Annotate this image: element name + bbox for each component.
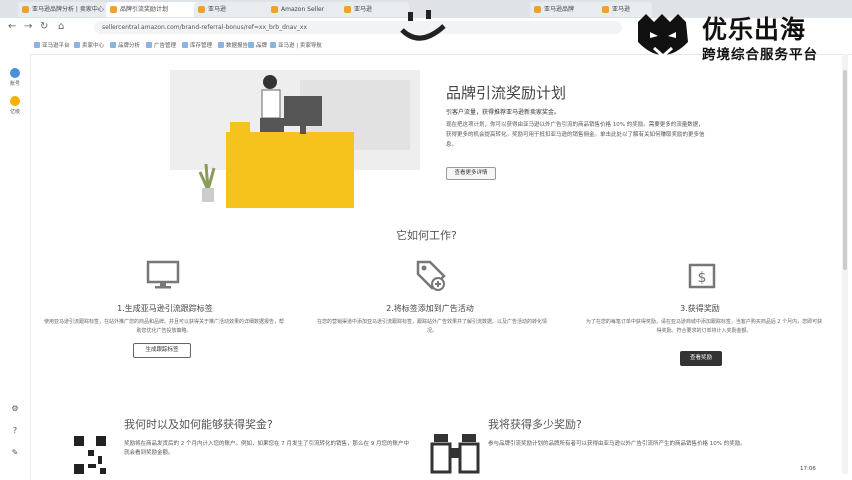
- bookmark-item[interactable]: 广告管理: [146, 41, 176, 49]
- sidebar-item-account[interactable]: 账号: [6, 68, 24, 87]
- monitor-icon: [146, 260, 180, 289]
- how-much-description: 参与品牌引流奖励计划的品牌所有者可以获得由亚马逊以外广告引流所产生的商品销售价格…: [488, 441, 746, 447]
- sidebar-item-yiji[interactable]: 亿级: [6, 96, 24, 115]
- when-how-description: 奖励将在商品发货后的 2 个月内计入您的账户。例如，如果您在 7 月发生了引流转…: [124, 441, 409, 456]
- scrollbar-thumb[interactable]: [843, 70, 847, 270]
- lion-logo-icon: [638, 14, 688, 59]
- tab-favicon-icon: [602, 6, 609, 13]
- url-input[interactable]: sellercentral.amazon.com/brand-referral-…: [94, 21, 622, 34]
- yiji-icon: [10, 96, 20, 106]
- browser-tab[interactable]: 亚马逊品牌分析 | 卖家中心: [18, 2, 117, 17]
- bookmark-item[interactable]: 亚马逊平台: [34, 41, 70, 49]
- home-icon[interactable]: ⌂: [58, 21, 64, 32]
- settings-icon[interactable]: ⚙: [6, 404, 24, 413]
- smiley-watermark-icon: [400, 10, 446, 41]
- qr-code-icon: [72, 434, 108, 478]
- generate-tag-button[interactable]: 生成跟踪标签: [133, 343, 191, 358]
- hero-title: 品牌引流奖励计划: [446, 84, 567, 102]
- hero-subtitle: 引客户流量，获得推荐亚马逊新卖家奖金。: [446, 109, 561, 116]
- step-1-description: 使用亚马逊引流跟踪标签，在站外推广您的商品和品牌。并且可以获得关于推广活动效果的…: [44, 319, 285, 334]
- help-icon[interactable]: ?: [6, 426, 24, 435]
- dollar-document-icon: $: [688, 263, 716, 289]
- bookmark-item[interactable]: 品牌: [248, 41, 267, 49]
- browser-tab-active[interactable]: 品牌引流奖励计划×: [106, 2, 205, 17]
- tab-favicon-icon: [271, 6, 278, 13]
- hero-illustration: [170, 70, 420, 208]
- when-how-title: 我何时以及如何能够获得奖金?: [124, 418, 273, 431]
- bookmark-item[interactable]: 库存管理: [182, 41, 212, 49]
- account-icon: [10, 68, 20, 78]
- forward-icon[interactable]: →: [24, 21, 32, 32]
- svg-text:$: $: [698, 270, 707, 286]
- browser-tab[interactable]: 亚马逊: [194, 2, 278, 17]
- brand-logo: 优乐出海 跨境综合服务平台: [632, 10, 847, 64]
- learn-more-button[interactable]: 查看更多详情: [446, 167, 496, 180]
- hero-description: 现在把这项计划，你可以获得由亚马逊以外广告引流的商品销售价格 10% 的奖励。需…: [446, 122, 705, 148]
- how-it-works-title: 它如何工作?: [396, 229, 457, 242]
- step-3-title: 3.获得奖励: [680, 304, 720, 313]
- logo-subtitle: 跨境综合服务平台: [702, 47, 818, 63]
- bookmark-item[interactable]: 卖家中心: [74, 41, 104, 49]
- back-icon[interactable]: ←: [8, 21, 16, 32]
- how-much-title: 我将获得多少奖励?: [488, 418, 582, 431]
- tab-favicon-icon: [110, 6, 117, 13]
- step-3-description: 为了在您的每笔订单中获得奖励，请在亚马逊商城中添加跟踪标签，当客户购买商品后 2…: [585, 319, 823, 334]
- tab-favicon-icon: [534, 6, 541, 13]
- extension-sidebar: 账号 亿级 ⚙ ? ✎: [0, 54, 31, 480]
- binoculars-icon: [430, 434, 480, 474]
- bookmark-item[interactable]: 数据报告: [218, 41, 248, 49]
- tag-add-icon: [416, 260, 446, 291]
- bookmark-item[interactable]: 品牌分析: [110, 41, 140, 49]
- tab-favicon-icon: [198, 6, 205, 13]
- browser-tab[interactable]: Amazon Seller: [267, 2, 351, 17]
- step-2-description: 在您的营销渠道中添加亚马逊引流跟踪标签，跟踪站外广告效果并了解引流数据。以及广告…: [316, 319, 547, 334]
- tab-favicon-icon: [344, 6, 351, 13]
- view-rewards-button[interactable]: 查看奖励: [680, 351, 722, 366]
- bookmark-item[interactable]: 亚马逊 | 卖家导航: [270, 41, 322, 49]
- logo-title: 优乐出海: [702, 15, 807, 44]
- feedback-icon[interactable]: ✎: [6, 448, 24, 457]
- step-1-title: 1.生成亚马逊引流跟踪标签: [117, 304, 213, 313]
- taskbar-clock: 17:06: [800, 466, 816, 472]
- step-2-title: 2.将标签添加到广告活动: [386, 304, 474, 313]
- reload-icon[interactable]: ↻: [40, 21, 48, 32]
- tab-favicon-icon: [22, 6, 29, 13]
